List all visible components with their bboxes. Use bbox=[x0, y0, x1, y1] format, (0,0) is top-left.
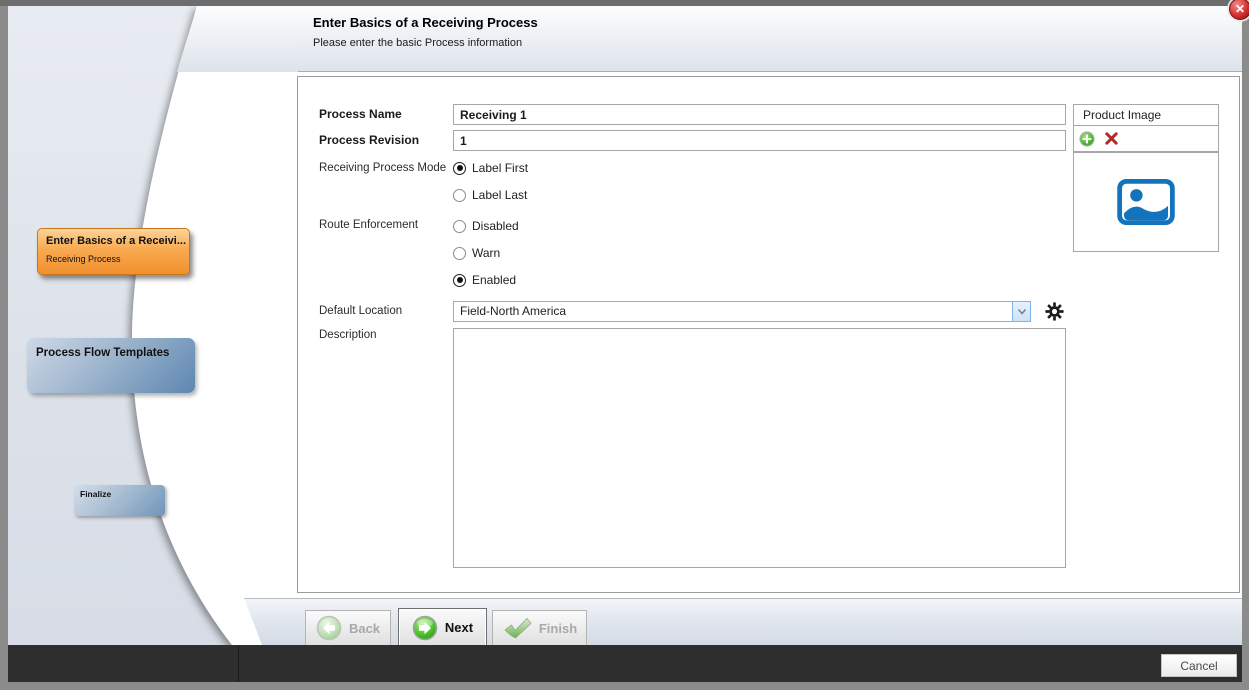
chevron-down-icon bbox=[1017, 308, 1027, 316]
form-panel: Process Name Process Revision Receiving … bbox=[297, 76, 1240, 593]
wizard-step-basics[interactable]: Enter Basics of a Receivi... Receiving P… bbox=[37, 228, 190, 275]
step-title: Enter Basics of a Receivi... bbox=[46, 235, 181, 247]
cancel-button[interactable]: Cancel bbox=[1161, 654, 1237, 677]
process-revision-label: Process Revision bbox=[319, 130, 419, 151]
radio-button[interactable] bbox=[453, 220, 466, 233]
back-button[interactable]: Back bbox=[305, 610, 391, 646]
dropdown-arrow-button[interactable] bbox=[1012, 302, 1030, 321]
default-location-label: Default Location bbox=[319, 304, 402, 319]
wizard-button-bar: Back Next bbox=[238, 598, 1242, 645]
radio-option-text: Label First bbox=[472, 161, 528, 175]
radio-button-selected[interactable] bbox=[453, 274, 466, 287]
gear-icon[interactable] bbox=[1045, 302, 1064, 321]
window-inner: Enter Basics of a Receivi... Receiving P… bbox=[8, 6, 1242, 682]
add-image-icon[interactable] bbox=[1079, 131, 1095, 147]
wizard-window: Enter Basics of a Receivi... Receiving P… bbox=[0, 0, 1249, 690]
process-name-input[interactable] bbox=[453, 104, 1066, 125]
back-button-label: Back bbox=[349, 621, 380, 636]
radio-option-text: Warn bbox=[472, 246, 500, 260]
step-subtitle: Receiving Process bbox=[46, 254, 181, 264]
process-revision-input[interactable] bbox=[453, 130, 1066, 151]
next-arrow-icon bbox=[412, 615, 438, 641]
radio-option-label-first[interactable]: Label First bbox=[453, 160, 528, 176]
product-image-header: Product Image bbox=[1073, 104, 1219, 126]
radio-button[interactable] bbox=[453, 247, 466, 260]
next-button-label: Next bbox=[445, 620, 473, 635]
radio-option-text: Enabled bbox=[472, 273, 516, 287]
radio-button[interactable] bbox=[453, 189, 466, 202]
close-button[interactable]: ✕ bbox=[1229, 0, 1249, 20]
finish-button-label: Finish bbox=[539, 621, 577, 636]
radio-option-enabled[interactable]: Enabled bbox=[453, 272, 516, 288]
description-input[interactable] bbox=[453, 328, 1066, 568]
radio-option-label-last[interactable]: Label Last bbox=[453, 187, 527, 203]
wizard-step-process-flow-templates[interactable]: Process Flow Templates bbox=[27, 338, 195, 393]
dropdown-value: Field-North America bbox=[460, 304, 566, 318]
finish-button[interactable]: Finish bbox=[492, 610, 587, 646]
receiving-process-mode-label: Receiving Process Mode bbox=[319, 161, 446, 176]
remove-image-icon[interactable] bbox=[1104, 131, 1119, 146]
radio-option-warn[interactable]: Warn bbox=[453, 245, 500, 261]
product-image-toolbar bbox=[1073, 126, 1219, 152]
process-name-label: Process Name bbox=[319, 104, 402, 125]
step-title: Process Flow Templates bbox=[36, 347, 186, 359]
bottom-bar-divider bbox=[238, 645, 239, 682]
back-arrow-icon bbox=[316, 615, 342, 641]
radio-option-text: Disabled bbox=[472, 219, 519, 233]
next-button[interactable]: Next bbox=[398, 608, 487, 647]
default-location-dropdown[interactable]: Field-North America bbox=[453, 301, 1031, 322]
radio-option-disabled[interactable]: Disabled bbox=[453, 218, 519, 234]
wizard-step-finalize[interactable]: Finalize bbox=[74, 485, 165, 516]
step-title: Finalize bbox=[80, 489, 159, 499]
page-subtitle: Please enter the basic Process informati… bbox=[313, 37, 522, 49]
radio-option-text: Label Last bbox=[472, 188, 527, 202]
route-enforcement-label: Route Enforcement bbox=[319, 218, 418, 233]
description-label: Description bbox=[319, 328, 377, 343]
finish-check-icon bbox=[502, 616, 532, 640]
bottom-bar: Cancel bbox=[8, 645, 1242, 682]
wizard-header: Enter Basics of a Receiving Process Plea… bbox=[298, 6, 1242, 72]
radio-button-selected[interactable] bbox=[453, 162, 466, 175]
product-image-placeholder[interactable] bbox=[1073, 152, 1219, 252]
image-placeholder-icon bbox=[1117, 179, 1175, 225]
page-title: Enter Basics of a Receiving Process bbox=[313, 15, 538, 30]
